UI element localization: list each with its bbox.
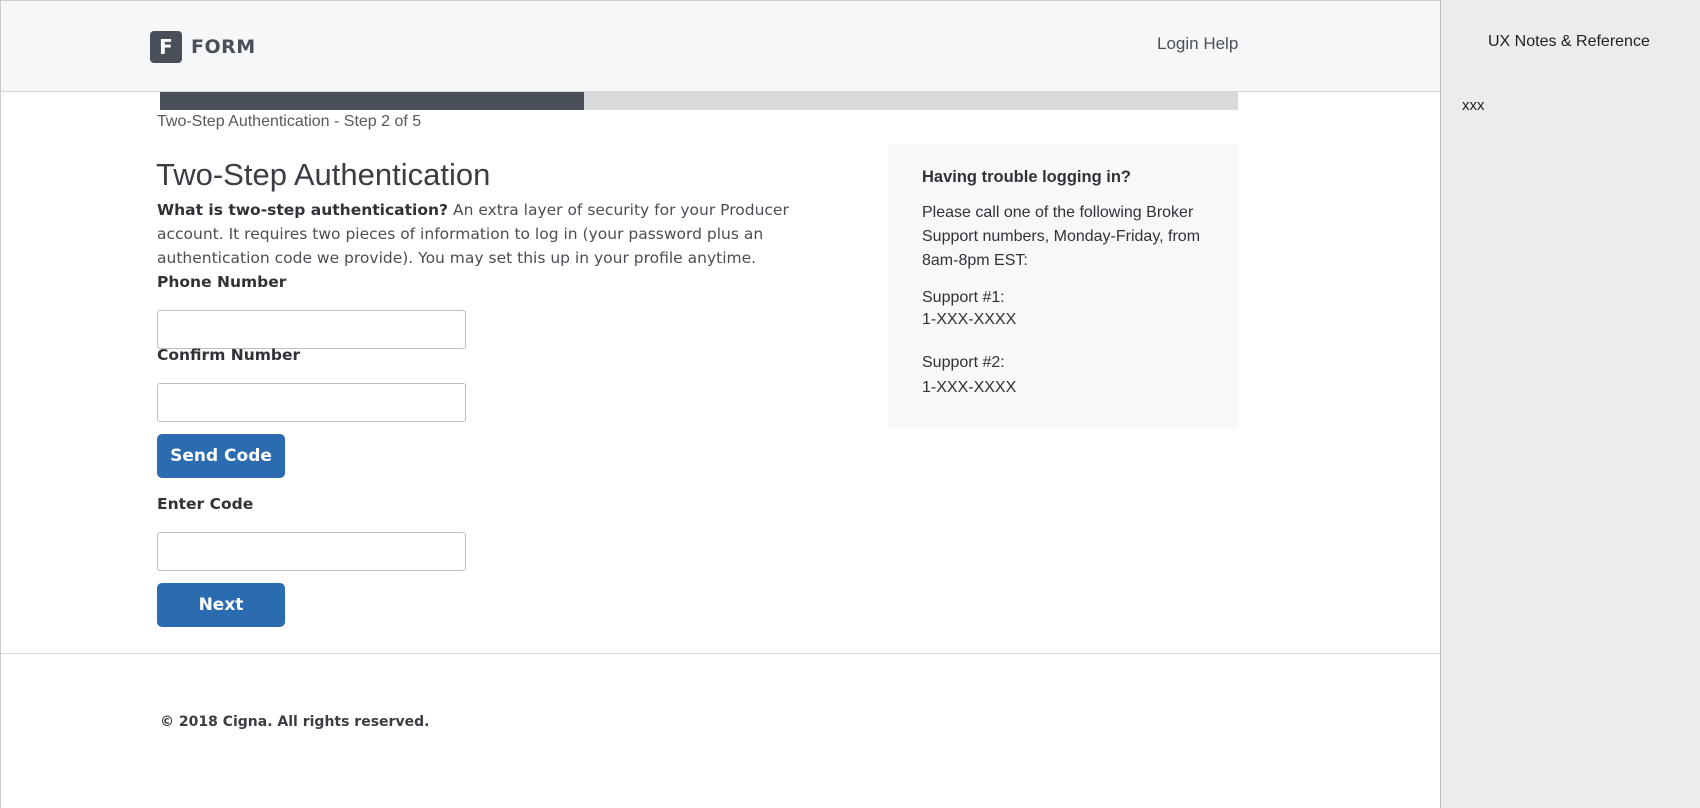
support-1-label: Support #1: (922, 289, 1005, 306)
enter-code-label: Enter Code (157, 495, 254, 513)
support-2-number: 1-XXX-XXXX (922, 379, 1017, 396)
login-help-link[interactable]: Login Help (1157, 34, 1238, 54)
main-panel: F FORM Login Help Two-Step Authenticatio… (0, 0, 1440, 808)
confirm-number-input[interactable] (157, 383, 466, 422)
page: F FORM Login Help Two-Step Authenticatio… (0, 0, 1700, 808)
logo-text: FORM (191, 36, 256, 58)
ux-notes-body: xxx (1462, 97, 1485, 114)
copyright-text: © 2018 Cigna. All rights reserved. (160, 714, 430, 730)
help-text: Please call one of the following Broker … (922, 204, 1201, 269)
send-code-button[interactable]: Send Code (157, 434, 285, 478)
help-box: Having trouble logging in? Please call o… (888, 144, 1238, 428)
help-title: Having trouble logging in? (922, 168, 1131, 186)
header: F FORM Login Help (1, 1, 1440, 92)
confirm-number-label: Confirm Number (157, 346, 301, 364)
enter-code-input[interactable] (157, 532, 466, 571)
next-button[interactable]: Next (157, 583, 285, 627)
ux-notes-title: UX Notes & Reference (1488, 33, 1650, 50)
footer: © 2018 Cigna. All rights reserved. (1, 653, 1440, 808)
intro-text: What is two-step authentication? An extr… (157, 198, 827, 270)
support-1: Support #1: 1-XXX-XXXX (922, 287, 1204, 331)
support-2: Support #2: 1-XXX-XXXX (922, 352, 1204, 399)
progress-bar-fill (160, 92, 584, 110)
logo[interactable]: F FORM (150, 31, 256, 63)
page-title: Two-Step Authentication (156, 157, 491, 192)
logo-badge-icon: F (150, 31, 182, 63)
step-label: Two-Step Authentication - Step 2 of 5 (157, 113, 422, 130)
phone-number-input[interactable] (157, 310, 466, 349)
progress-bar (160, 92, 1238, 110)
ux-notes-panel: UX Notes & Reference xxx (1440, 0, 1700, 808)
support-2-label: Support #2: (922, 354, 1005, 371)
support-1-number: 1-XXX-XXXX (922, 311, 1017, 328)
intro-bold-text: What is two-step authentication? (157, 201, 449, 219)
phone-number-label: Phone Number (157, 273, 287, 291)
